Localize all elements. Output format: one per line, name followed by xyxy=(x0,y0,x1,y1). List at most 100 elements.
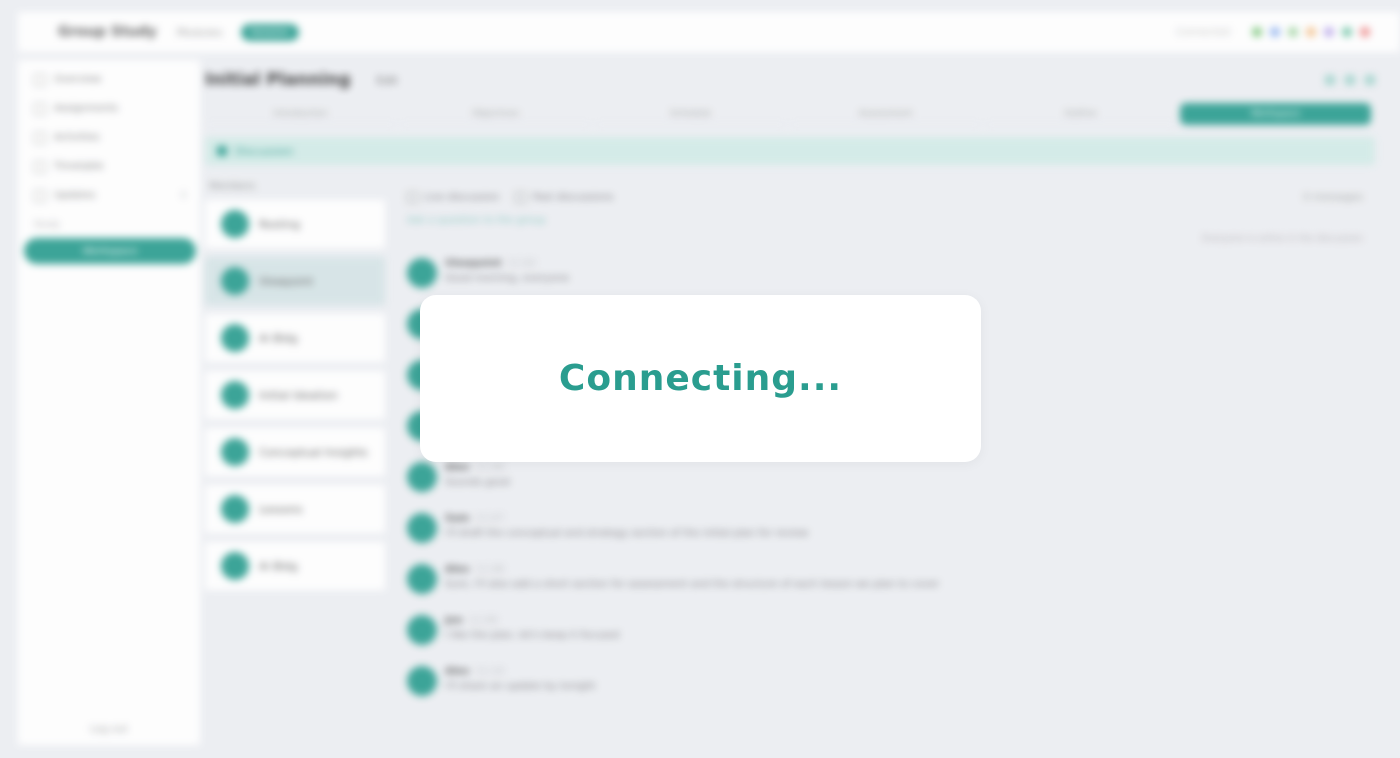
status-dot xyxy=(1360,27,1370,37)
tab-assessment[interactable]: Assessment xyxy=(790,103,981,125)
message-author: Jon 11:09 xyxy=(445,615,498,626)
message-text: Sure, I'll also add a short section for … xyxy=(445,579,940,590)
member-name: Viewpoint xyxy=(259,274,314,288)
message-text: Good morning, everyone xyxy=(445,273,570,284)
member-name: Initial Ideation xyxy=(259,388,338,402)
chat-icon xyxy=(217,146,227,156)
status-dot xyxy=(1324,27,1334,37)
ask-question-link[interactable]: Ask a question to the group xyxy=(407,215,1363,226)
member-item[interactable]: Ai Bldg xyxy=(205,542,385,590)
member-item[interactable]: Lessons xyxy=(205,485,385,533)
sidebar-item-label: Assignments xyxy=(54,103,119,114)
status-dot xyxy=(1342,27,1352,37)
sidebar-item-label: Updates xyxy=(54,190,96,201)
members-heading: Members xyxy=(209,181,256,192)
tab-workspace[interactable]: Workspace xyxy=(1180,103,1371,125)
title-actions xyxy=(1315,75,1375,85)
avatar xyxy=(407,462,437,492)
chat-message: Jon 11:09 I like the plan, let's keep it f… xyxy=(407,615,1363,652)
tab-schedule[interactable]: Schedule xyxy=(595,103,786,125)
edit-button[interactable]: Edit xyxy=(377,74,398,87)
message-text: I'll share an update by tonight xyxy=(445,681,596,692)
sidebar-item-activities[interactable]: Activities xyxy=(18,123,200,152)
top-right-status: Connected xyxy=(1176,27,1400,38)
message-text: Sounds good xyxy=(445,477,510,488)
avatar xyxy=(221,267,249,295)
message-author: Alex 11:10 xyxy=(445,666,505,677)
avatar xyxy=(221,210,249,238)
status-dot xyxy=(1270,27,1280,37)
message-count: 0 messages xyxy=(1303,191,1363,203)
more-icon[interactable] xyxy=(1365,75,1375,85)
member-item[interactable]: Rosting xyxy=(205,200,385,248)
grid-icon xyxy=(34,131,46,144)
chat-message: Sam 11:07 I'll draft the conceptual and st… xyxy=(407,513,1363,550)
member-name: Rosting xyxy=(259,217,300,231)
chat-message: Viewpoint 11:02 Good morning, everyone xyxy=(407,258,1363,295)
banner-label: Discussion xyxy=(235,144,294,158)
status-dot xyxy=(1306,27,1316,37)
nav-link-modules[interactable]: Modules xyxy=(177,26,223,39)
avatar xyxy=(221,495,249,523)
chat-meta: Everyone is online in the discussion xyxy=(1202,234,1363,244)
avatar xyxy=(221,324,249,352)
message-time: 11:10 xyxy=(475,666,505,677)
grid-icon xyxy=(34,73,46,86)
message-body: Alex 11:10 I'll share an update by tonight xyxy=(445,666,596,703)
tab-introduction[interactable]: Introduction xyxy=(205,103,396,125)
message-time: 11:07 xyxy=(475,513,505,524)
sidebar-item-assignments[interactable]: Assignments xyxy=(18,94,200,123)
tab-past-discussions[interactable]: Past discussions xyxy=(532,192,613,203)
message-body: Alex 11:06 Sounds good xyxy=(445,462,510,499)
member-name: Conceptual Insights xyxy=(259,445,368,459)
tab-objectives[interactable]: Objectives xyxy=(400,103,591,125)
chat-message: Alex 11:10 I'll share an update by tonight xyxy=(407,666,1363,703)
message-author: Viewpoint 11:02 xyxy=(445,258,537,269)
sidebar-item-timetable[interactable]: Timetable xyxy=(18,152,200,181)
title-row: Initial Planning Edit xyxy=(205,60,1375,100)
history-icon xyxy=(515,191,527,203)
sidebar-item-updates[interactable]: Updates 3 xyxy=(18,181,200,210)
share-icon[interactable] xyxy=(1325,75,1335,85)
logout-button[interactable]: Log out xyxy=(18,724,200,735)
chat-message: Alex 11:08 Sure, I'll also add a short sec… xyxy=(407,564,1363,601)
avatar xyxy=(407,513,437,543)
bell-icon xyxy=(34,189,46,202)
message-time: 11:08 xyxy=(475,564,505,575)
connection-label: Connected xyxy=(1176,26,1230,38)
connecting-dialog: Connecting... xyxy=(420,295,981,462)
avatar xyxy=(221,552,249,580)
sidebar-item-overview[interactable]: Overview xyxy=(18,65,200,94)
brand-name: Group Study xyxy=(58,24,157,40)
clipboard-icon xyxy=(34,102,46,115)
member-item[interactable]: Ai Bldg xyxy=(205,314,385,362)
discussion-banner: Discussion xyxy=(205,137,1375,165)
status-dot xyxy=(1252,27,1262,37)
settings-icon[interactable] xyxy=(1345,75,1355,85)
message-body: Sam 11:07 I'll draft the conceptual and st… xyxy=(445,513,808,550)
avatar xyxy=(407,615,437,645)
avatar xyxy=(221,438,249,466)
sidebar-item-label: Timetable xyxy=(54,161,104,172)
avatar xyxy=(221,381,249,409)
member-item[interactable]: Initial Ideation xyxy=(205,371,385,419)
message-time: 11:09 xyxy=(468,615,498,626)
tab-live-discussion[interactable]: Live discussion xyxy=(424,192,499,203)
member-item[interactable]: Viewpoint xyxy=(205,257,385,305)
avatar xyxy=(407,564,437,594)
avatar xyxy=(407,666,437,696)
top-bar: Group Study Modules Session Connected xyxy=(18,12,1400,52)
message-author: Sam 11:07 xyxy=(445,513,505,524)
session-badge[interactable]: Session xyxy=(240,23,299,41)
message-text: I like the plan, let's keep it focused xyxy=(445,630,620,641)
connecting-message: Connecting... xyxy=(558,358,843,399)
tab-outline[interactable]: Outline xyxy=(985,103,1176,125)
member-name: Ai Bldg xyxy=(259,331,298,345)
calendar-icon xyxy=(34,160,46,173)
sidebar-item-workspace[interactable]: Workspace xyxy=(24,238,196,264)
status-dot xyxy=(1288,27,1298,37)
message-body: Viewpoint 11:02 Good morning, everyone xyxy=(445,258,569,295)
avatar xyxy=(407,258,437,288)
member-item[interactable]: Conceptual Insights xyxy=(205,428,385,476)
chat-icon xyxy=(407,191,418,203)
